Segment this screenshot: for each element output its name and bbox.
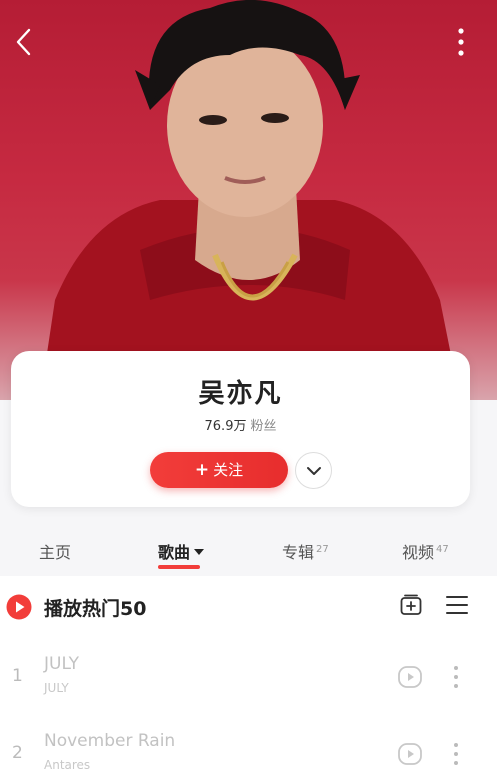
song-row[interactable]: 2 November Rain Antares (0, 721, 497, 770)
song-more-button[interactable] (450, 741, 462, 767)
tab-count: 47 (436, 544, 449, 555)
tab-label: 视频 (402, 543, 435, 562)
follow-label: 关注 (213, 461, 244, 479)
expand-similar-artists-button[interactable] (295, 452, 332, 489)
song-subtitle: JULY (44, 681, 69, 695)
fans-count: 76.9万 粉丝 (11, 415, 470, 434)
more-vertical-icon (454, 743, 458, 765)
tab-albums[interactable]: 专辑 27 (282, 539, 329, 563)
play-circle-icon (6, 594, 32, 620)
tab-label: 主页 (39, 543, 72, 562)
multi-select-button[interactable] (445, 594, 469, 616)
song-index: 2 (12, 743, 23, 763)
song-subtitle: Antares (44, 758, 91, 770)
tab-videos[interactable]: 视频 47 (402, 539, 449, 563)
more-vertical-icon (454, 666, 458, 688)
list-menu-icon (446, 596, 468, 614)
song-index: 1 (12, 666, 23, 686)
fans-count-value: 76.9万 (204, 419, 247, 434)
section-title[interactable]: 播放热门50 (44, 594, 146, 621)
plus-icon: + (194, 460, 210, 480)
tab-label: 专辑 (282, 543, 315, 562)
song-row[interactable]: 1 JULY JULY (0, 644, 497, 716)
artist-photo (40, 0, 460, 400)
caret-down-icon (194, 549, 205, 555)
video-play-icon (398, 666, 422, 688)
tab-label: 歌曲 (158, 543, 191, 562)
tab-count: 27 (316, 544, 329, 555)
chevron-down-icon (307, 467, 321, 475)
songs-section: 播放热门50 1 JULY JULY 2 November Rain Antar… (0, 576, 497, 770)
add-to-collection-icon (400, 594, 422, 615)
follow-button[interactable]: + 关注 (150, 452, 288, 488)
collect-button[interactable] (399, 593, 423, 617)
more-vertical-icon (458, 28, 464, 56)
song-more-button[interactable] (450, 664, 462, 690)
play-all-button[interactable] (6, 594, 32, 620)
fans-count-label: 粉丝 (250, 419, 277, 434)
back-button[interactable] (10, 24, 40, 60)
artist-tabs: 主页 歌曲 专辑 27 视频 47 (0, 527, 497, 573)
mv-button[interactable] (397, 664, 423, 690)
artist-profile-card: 吴亦凡 76.9万 粉丝 + 关注 (11, 351, 470, 507)
artist-name: 吴亦凡 (198, 379, 283, 409)
more-options-button[interactable] (453, 26, 469, 60)
tab-songs[interactable]: 歌曲 (158, 539, 205, 569)
active-tab-indicator (158, 565, 200, 569)
song-title: JULY (44, 654, 80, 674)
song-title: November Rain (44, 731, 176, 751)
mv-button[interactable] (397, 741, 423, 767)
artist-hero-banner (0, 0, 497, 400)
chevron-left-icon (16, 28, 31, 56)
video-play-icon (398, 743, 422, 765)
tab-home[interactable]: 主页 (39, 539, 71, 563)
